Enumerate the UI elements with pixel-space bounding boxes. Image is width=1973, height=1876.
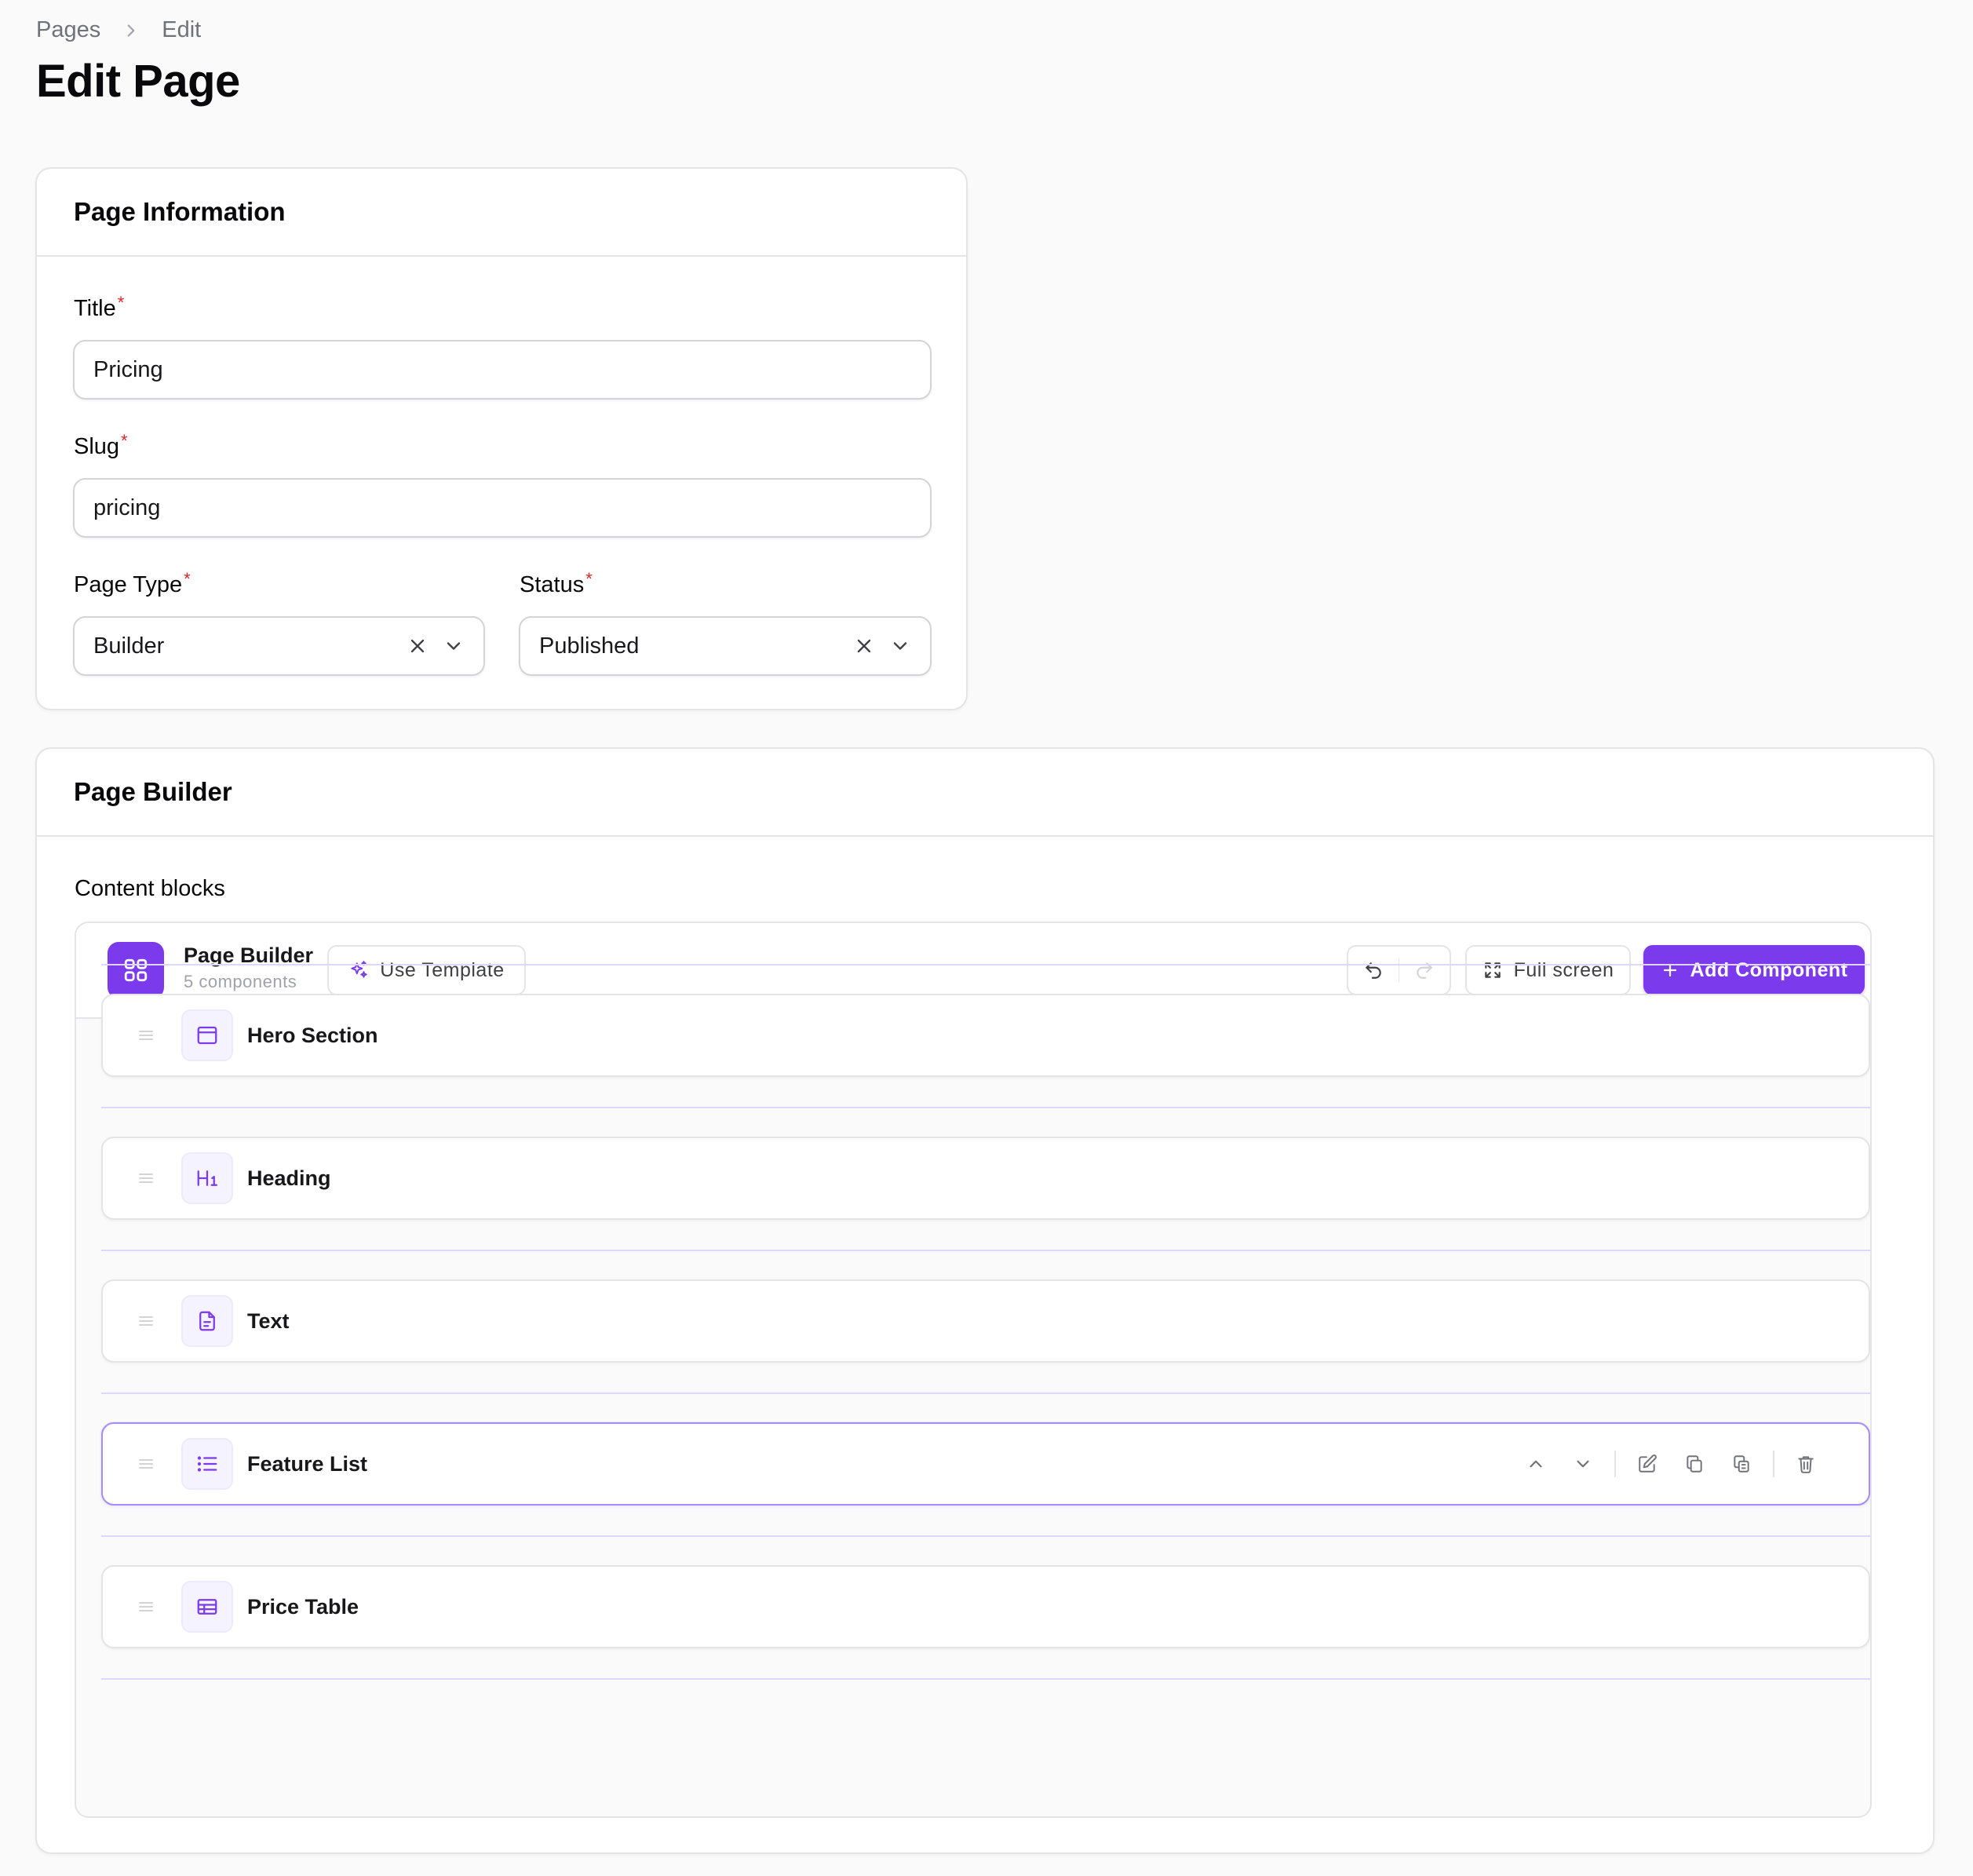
status-label: Status* [520,569,593,597]
copy-icon [1687,1455,1702,1473]
edit-icon [1639,1454,1657,1473]
block-heading[interactable]: Heading [101,1137,1870,1220]
chevron-right-icon [127,24,135,37]
drag-handle-icon[interactable] [137,1026,155,1045]
delete-button[interactable] [1782,1448,1829,1480]
drag-handle-icon[interactable] [137,1312,155,1330]
undo-redo-group [1347,945,1451,995]
grid-icon [108,942,164,998]
drag-handle-icon[interactable] [137,1454,155,1473]
slug-input-value: pricing [93,495,161,520]
breadcrumb-pages-link[interactable]: Pages [36,17,100,43]
drop-zone[interactable] [101,1678,1870,1680]
clipboard-copy-icon [1734,1455,1749,1473]
block-text[interactable]: Text [101,1279,1870,1363]
block-label: Heading [247,1166,331,1190]
block-hero-section[interactable]: Hero Section [101,994,1870,1077]
chevron-down-icon [1577,1460,1589,1468]
undo-button[interactable] [1348,947,1399,994]
redo-icon [1417,962,1432,979]
move-down-button[interactable] [1559,1448,1606,1480]
divider [1614,1451,1616,1477]
drop-zone[interactable] [101,1392,1870,1394]
edit-button[interactable] [1624,1448,1671,1480]
copy-button[interactable] [1718,1448,1765,1480]
drop-zone[interactable] [101,1107,1870,1108]
add-component-button[interactable]: Add Component [1643,945,1865,995]
sparkles-icon [351,961,368,978]
block-label: Hero Section [247,1023,378,1047]
title-input[interactable]: Pricing [73,340,932,400]
block-label: Feature List [247,1451,368,1476]
chevron-down-icon[interactable] [443,635,465,657]
list-icon [181,1438,233,1490]
block-price-table[interactable]: Price Table [101,1565,1870,1648]
move-up-button[interactable] [1512,1448,1559,1480]
page-builder-header: Page Builder [37,749,1933,837]
chevron-up-icon [1530,1460,1542,1468]
drag-handle-icon[interactable] [137,1597,155,1616]
page-information-card: Page Information Title* Pricing Slug* pr… [35,167,968,710]
title-label: Title* [74,293,125,321]
required-marker: * [121,431,128,451]
drop-zone[interactable] [101,964,1870,965]
slug-label: Slug* [74,431,128,459]
page-type-value: Builder [93,633,165,659]
required-marker: * [117,293,125,312]
chevron-down-icon[interactable] [889,635,911,657]
file-text-icon [181,1295,233,1347]
block-actions [1512,1448,1829,1480]
table-icon [181,1581,233,1633]
clear-x-icon[interactable] [853,635,875,657]
heading-icon [181,1152,233,1204]
status-value: Published [539,633,640,659]
breadcrumb: Pages Edit [36,17,201,43]
slug-input[interactable]: pricing [73,478,932,538]
required-marker: * [184,569,191,589]
expand-icon [1484,962,1501,978]
divider [1773,1451,1774,1477]
page-builder-card: Page Builder Content blocks Page Builder… [35,747,1935,1854]
use-template-button[interactable]: Use Template [327,945,526,995]
trash-icon [1798,1456,1814,1473]
block-label: Price Table [247,1594,359,1619]
required-marker: * [585,569,593,589]
breadcrumb-edit: Edit [162,17,202,42]
page-type-label: Page Type* [74,569,191,597]
title-input-value: Pricing [93,356,163,382]
redo-button[interactable] [1399,947,1450,994]
block-feature-list[interactable]: Feature List [101,1422,1870,1506]
page-title: Edit Page [36,56,240,107]
undo-icon [1366,962,1381,979]
duplicate-button[interactable] [1671,1448,1718,1480]
page-information-header: Page Information [37,169,966,257]
block-label: Text [247,1308,290,1333]
drop-zone[interactable] [101,1535,1870,1537]
page-builder-panel: Page Builder 5 components Use Template F… [75,922,1872,1818]
page-type-select[interactable]: Builder [73,616,485,676]
full-screen-button[interactable]: Full screen [1465,945,1631,995]
component-count: 5 components [184,972,297,991]
drop-zone[interactable] [101,1250,1870,1251]
drag-handle-icon[interactable] [137,1169,155,1188]
layout-icon [181,1009,233,1061]
clear-x-icon[interactable] [407,635,429,657]
status-select[interactable]: Published [519,616,932,676]
content-blocks-label: Content blocks [75,876,225,901]
